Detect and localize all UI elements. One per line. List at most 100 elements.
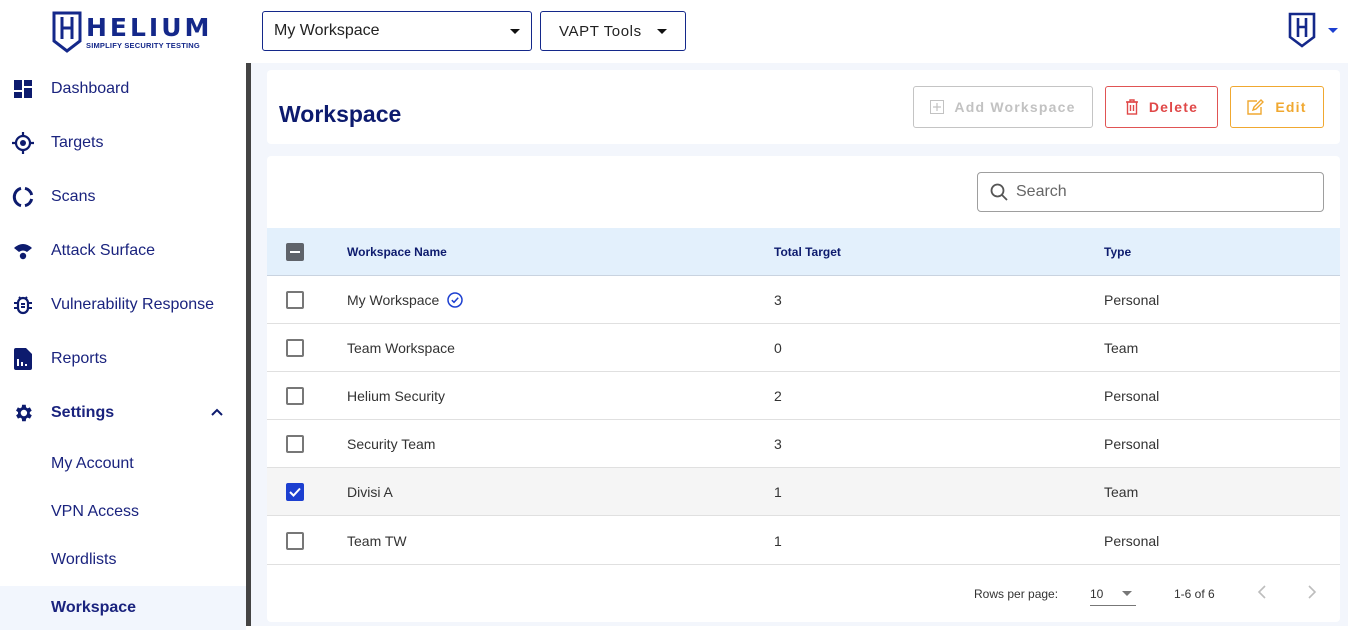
sidebar-subitem-label: Workspace	[51, 599, 137, 616]
workspace-name: Security Team	[347, 435, 436, 452]
row-checkbox[interactable]	[286, 386, 304, 405]
sidebar-subitem-vpn-access[interactable]: VPN Access	[0, 490, 246, 534]
sidebar-item-label: Reports	[51, 350, 108, 367]
attack-surface-icon	[12, 240, 34, 262]
table-row[interactable]: Helium Security 2 Personal	[267, 372, 1340, 420]
plus-square-icon	[930, 100, 945, 114]
chevron-right-icon	[1308, 585, 1317, 599]
column-header-total-target[interactable]: Total Target	[774, 228, 841, 275]
previous-page-button[interactable]	[1257, 585, 1267, 602]
next-page-button[interactable]	[1307, 585, 1317, 602]
sidebar: Dashboard Targets Scans Attack Surface V…	[0, 63, 246, 630]
sidebar-item-dashboard[interactable]: Dashboard	[0, 69, 246, 109]
sidebar-item-scans[interactable]: Scans	[0, 177, 246, 217]
sidebar-item-label: Scans	[51, 188, 96, 205]
caret-down-icon	[1328, 27, 1338, 33]
workspace-name: Team Workspace	[347, 339, 455, 356]
rows-per-page-label: Rows per page:	[974, 587, 1059, 601]
table-row[interactable]: My Workspace 3 Personal	[267, 276, 1340, 324]
table-row[interactable]: Security Team 3 Personal	[267, 420, 1340, 468]
row-checkbox[interactable]	[286, 290, 304, 309]
caret-down-icon	[657, 28, 667, 34]
total-target: 0	[774, 339, 782, 356]
edit-label: Edit	[1275, 99, 1307, 115]
bug-icon	[12, 294, 34, 316]
workspace-name: My Workspace	[347, 291, 440, 308]
workspace-table-card: Workspace Name Total Target Type My Work…	[267, 156, 1340, 622]
rows-per-page-select[interactable]: 10	[1090, 582, 1136, 606]
delete-label: Delete	[1148, 99, 1199, 115]
table-header: Workspace Name Total Target Type	[267, 228, 1340, 276]
workspace-name: Helium Security	[347, 387, 446, 404]
checkmark-icon	[289, 487, 301, 497]
helium-logo[interactable]: HELIUM SIMPLIFY SECURITY TESTING	[52, 10, 222, 54]
page-header: Workspace Add Workspace Delete Edit	[267, 70, 1340, 144]
vapt-tools-select[interactable]: VAPT Tools	[540, 11, 686, 51]
workspace-type: Team	[1104, 483, 1139, 500]
verified-check-icon	[447, 291, 464, 308]
gear-icon	[12, 402, 34, 424]
total-target: 3	[774, 291, 782, 308]
sidebar-subitem-label: Wordlists	[51, 551, 117, 568]
sidebar-item-settings[interactable]: Settings	[0, 393, 246, 433]
column-header-type[interactable]: Type	[1104, 228, 1131, 275]
table-row[interactable]: Team Workspace 0 Team	[267, 324, 1340, 372]
helium-shield-icon	[1288, 12, 1316, 48]
helium-shield-icon	[52, 11, 82, 53]
sidebar-subitem-label: My Account	[51, 455, 134, 472]
minus-icon	[290, 250, 300, 253]
sidebar-item-label: Dashboard	[51, 80, 130, 97]
table-row[interactable]: Team TW 1 Personal	[267, 517, 1340, 565]
scan-icon	[12, 186, 34, 208]
sidebar-item-label: Attack Surface	[51, 242, 156, 259]
total-target: 3	[774, 435, 782, 452]
sidebar-subitem-workspace[interactable]: Workspace	[0, 586, 246, 630]
search-icon	[990, 183, 1008, 201]
main-content: Workspace Add Workspace Delete Edit Work…	[251, 63, 1348, 626]
dashboard-icon	[12, 78, 34, 100]
search-input[interactable]	[1016, 183, 1306, 201]
sidebar-item-targets[interactable]: Targets	[0, 123, 246, 163]
add-workspace-button[interactable]: Add Workspace	[913, 86, 1093, 128]
sidebar-item-reports[interactable]: Reports	[0, 339, 246, 379]
brand-tagline: SIMPLIFY SECURITY TESTING	[86, 40, 200, 50]
total-target: 2	[774, 387, 782, 404]
sidebar-item-label: Vulnerability Response	[51, 296, 215, 313]
chevron-left-icon	[1257, 585, 1266, 599]
sidebar-subitem-wordlists[interactable]: Wordlists	[0, 538, 246, 582]
workspace-type: Personal	[1104, 291, 1160, 308]
edit-button[interactable]: Edit	[1230, 86, 1324, 128]
top-bar: HELIUM SIMPLIFY SECURITY TESTING My Work…	[0, 0, 1348, 63]
workspace-name: Divisi A	[347, 483, 393, 500]
workspace-type: Personal	[1104, 435, 1160, 452]
edit-icon	[1247, 99, 1265, 115]
sidebar-item-vulnerability-response[interactable]: Vulnerability Response	[0, 285, 246, 325]
workspace-select[interactable]: My Workspace	[262, 11, 532, 51]
brand-name: HELIUM	[86, 12, 213, 42]
search-field[interactable]	[977, 172, 1324, 212]
sidebar-subitem-my-account[interactable]: My Account	[0, 442, 246, 486]
row-checkbox[interactable]	[286, 434, 304, 453]
chevron-up-icon[interactable]	[210, 404, 224, 422]
column-header-workspace-name[interactable]: Workspace Name	[347, 228, 447, 275]
workspace-type: Team	[1104, 339, 1139, 356]
select-all-checkbox[interactable]	[286, 242, 304, 261]
sidebar-item-attack-surface[interactable]: Attack Surface	[0, 231, 246, 271]
row-checkbox[interactable]	[286, 531, 304, 550]
target-icon	[12, 132, 34, 154]
row-checkbox[interactable]	[286, 338, 304, 357]
caret-down-icon	[1122, 591, 1132, 596]
total-target: 1	[774, 532, 782, 549]
user-menu[interactable]	[1288, 12, 1338, 48]
rows-per-page-value: 10	[1090, 586, 1104, 601]
caret-down-icon	[510, 28, 520, 34]
table-row[interactable]: Divisi A 1 Team	[267, 468, 1340, 516]
sidebar-item-label: Settings	[51, 404, 115, 421]
vapt-tools-select-value: VAPT Tools	[559, 22, 642, 40]
sidebar-subitem-label: VPN Access	[51, 503, 140, 520]
trash-icon	[1125, 99, 1138, 115]
delete-button[interactable]: Delete	[1105, 86, 1218, 128]
row-checkbox[interactable]	[286, 482, 304, 501]
pagination: Rows per page: 10 1-6 of 6	[267, 576, 1340, 622]
workspace-type: Personal	[1104, 532, 1160, 549]
